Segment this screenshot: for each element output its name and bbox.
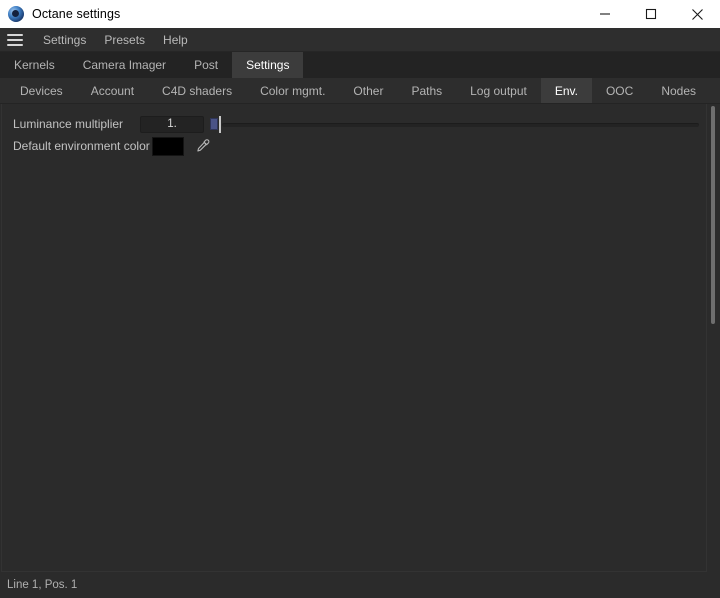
menu-bar: Settings Presets Help [0,28,720,52]
subtab-other[interactable]: Other [339,78,397,103]
subtab-ooc[interactable]: OOC [592,78,647,103]
window-title: Octane settings [32,7,121,21]
subtab-color-mgmt[interactable]: Color mgmt. [246,78,339,103]
window-controls [582,0,720,28]
luminance-multiplier-input[interactable]: 1. [140,115,204,133]
subtab-paths[interactable]: Paths [397,78,456,103]
menu-item-presets[interactable]: Presets [95,30,154,50]
slider-tick-marker [219,115,221,133]
vertical-scrollbar[interactable] [707,104,719,572]
subtab-env[interactable]: Env. [540,78,592,103]
luminance-multiplier-value: 1. [167,118,177,130]
subtab-nodes[interactable]: Nodes [647,78,710,103]
default-environment-color-row: Default environment color [2,135,706,157]
minimize-button[interactable] [582,0,628,28]
title-bar-left: Octane settings [0,6,120,22]
menu-item-help[interactable]: Help [154,30,197,50]
default-environment-color-label: Default environment color [13,139,150,153]
slider-track[interactable] [222,122,699,127]
sub-tab-bar: Devices Account C4D shaders Color mgmt. … [0,78,720,104]
close-icon [691,8,704,21]
status-bar-text: Line 1, Pos. 1 [7,579,78,591]
maximize-icon [645,8,657,20]
octane-sphere-logo-icon [8,6,24,22]
tab-post[interactable]: Post [180,52,233,78]
hamburger-bar [7,38,23,41]
title-bar: Octane settings [0,0,720,28]
tab-settings[interactable]: Settings [232,52,304,78]
subtab-account[interactable]: Account [77,78,148,103]
luminance-multiplier-label: Luminance multiplier [13,117,124,131]
subtab-devices[interactable]: Devices [6,78,77,103]
scrollbar-thumb[interactable] [711,106,715,324]
tab-kernels[interactable]: Kernels [0,52,69,78]
eyedropper-icon[interactable] [192,136,214,156]
main-tab-bar: Kernels Camera Imager Post Settings [0,52,720,78]
luminance-multiplier-row: Luminance multiplier 1. [2,113,706,135]
octane-settings-window: Octane settings Settings Presets Help Ke… [0,0,720,598]
subtab-c4d-shaders[interactable]: C4D shaders [148,78,246,103]
luminance-multiplier-slider[interactable] [208,115,699,133]
env-settings-panel: Luminance multiplier 1. Default environm… [1,104,707,572]
slider-handle[interactable] [210,117,218,130]
hamburger-bar [7,33,23,36]
close-button[interactable] [674,0,720,28]
menu-item-settings[interactable]: Settings [34,30,95,50]
status-bar: Line 1, Pos. 1 [0,572,720,598]
content-area: Luminance multiplier 1. Default environm… [0,104,720,572]
maximize-button[interactable] [628,0,674,28]
hamburger-bar [7,43,23,46]
minimize-icon [599,8,611,20]
default-environment-color-swatch[interactable] [152,136,184,156]
subtab-log-output[interactable]: Log output [456,78,541,103]
tab-camera-imager[interactable]: Camera Imager [68,52,181,78]
hamburger-menu-icon[interactable] [4,31,26,49]
